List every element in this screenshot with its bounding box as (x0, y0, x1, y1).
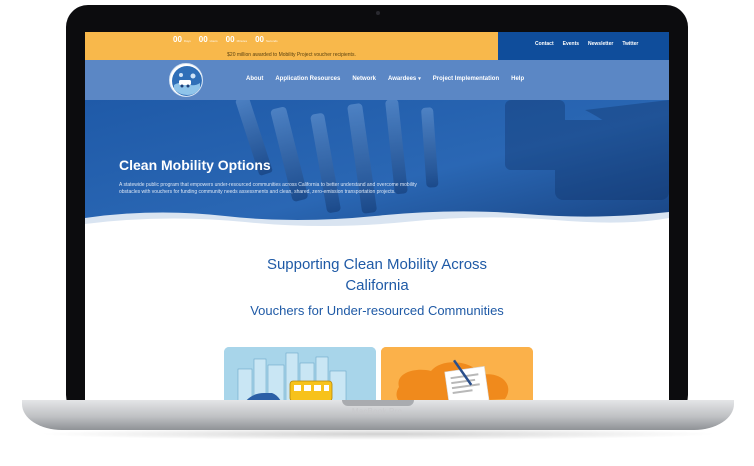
countdown-minutes: 00 Minutes (226, 35, 247, 44)
city-mobility-card[interactable] (224, 347, 376, 400)
nav-label: Project Implementation (432, 76, 500, 82)
page-heading: Supporting Clean Mobility Across Califor… (85, 254, 669, 296)
assessment-card[interactable] (381, 347, 533, 400)
chevron-down-icon: ▾ (418, 76, 421, 82)
document-illustration (381, 347, 533, 400)
site-logo[interactable] (169, 63, 203, 97)
camera-icon (376, 11, 380, 15)
laptop-notch (342, 400, 414, 406)
countdown-number: 00 (225, 35, 235, 44)
countdown-number: 00 (173, 35, 182, 44)
announcement-bar: 00 Days 00 Hours 00 Minutes 00 Seconds $… (85, 32, 498, 60)
page-heading-line: Supporting Clean Mobility Across (266, 256, 488, 273)
logo-icon (172, 66, 202, 96)
countdown-number: 00 (198, 35, 208, 44)
nav-help[interactable]: Help (511, 76, 524, 82)
page-heading-line: California (345, 277, 409, 294)
countdown-unit: Seconds (266, 39, 278, 43)
countdown-number: 00 (255, 35, 264, 44)
nav-about[interactable]: About (246, 76, 263, 82)
nav-label: About (246, 76, 264, 82)
device-brand-label: MacBook Pro (351, 407, 403, 416)
contact-link[interactable]: Contact (535, 41, 554, 47)
city-bus-illustration (224, 347, 376, 400)
nav-label: Application Resources (275, 76, 341, 82)
utility-bar: 00 Days 00 Hours 00 Minutes 00 Seconds $… (85, 32, 669, 60)
hero-banner: Clean Mobility Options A statewide publi… (85, 100, 669, 242)
announcement-text[interactable]: $20 million awarded to Mobility Project … (85, 52, 498, 58)
events-link[interactable]: Events (563, 41, 579, 47)
countdown-days: 00 Days (173, 35, 191, 44)
browser-screen: 00 Days 00 Hours 00 Minutes 00 Seconds $… (85, 32, 669, 400)
newsletter-link[interactable]: Newsletter (588, 41, 613, 47)
nav-label: Awardees (388, 76, 417, 82)
countdown-unit: Minutes (236, 39, 248, 43)
utility-links: Contact Events Newsletter Twitter (535, 41, 638, 47)
countdown-unit: Hours (209, 39, 218, 43)
hero-description: A statewide public program that empowers… (119, 182, 417, 195)
nav-application-resources[interactable]: Application Resources (275, 76, 340, 82)
countdown-unit: Days (183, 39, 191, 43)
nav-project-implementation[interactable]: Project Implementation (433, 76, 499, 82)
hero-title: Clean Mobility Options (119, 157, 271, 173)
nav-label: Help (511, 76, 525, 82)
nav-network[interactable]: Network (352, 76, 376, 82)
nav-awardees[interactable]: Awardees ▾ (388, 76, 421, 82)
nav-label: Network (352, 76, 377, 82)
countdown-hours: 00 Hours (199, 35, 218, 44)
page-subheading: Vouchers for Under-resourced Communities (250, 303, 504, 318)
main-navbar: About Application Resources Network Awar… (85, 60, 669, 100)
primary-menu: About Application Resources Network Awar… (246, 76, 524, 82)
countdown-timer: 00 Days 00 Hours 00 Minutes 00 Seconds (173, 35, 278, 44)
countdown-seconds: 00 Seconds (255, 35, 278, 44)
twitter-link[interactable]: Twitter (622, 41, 638, 47)
